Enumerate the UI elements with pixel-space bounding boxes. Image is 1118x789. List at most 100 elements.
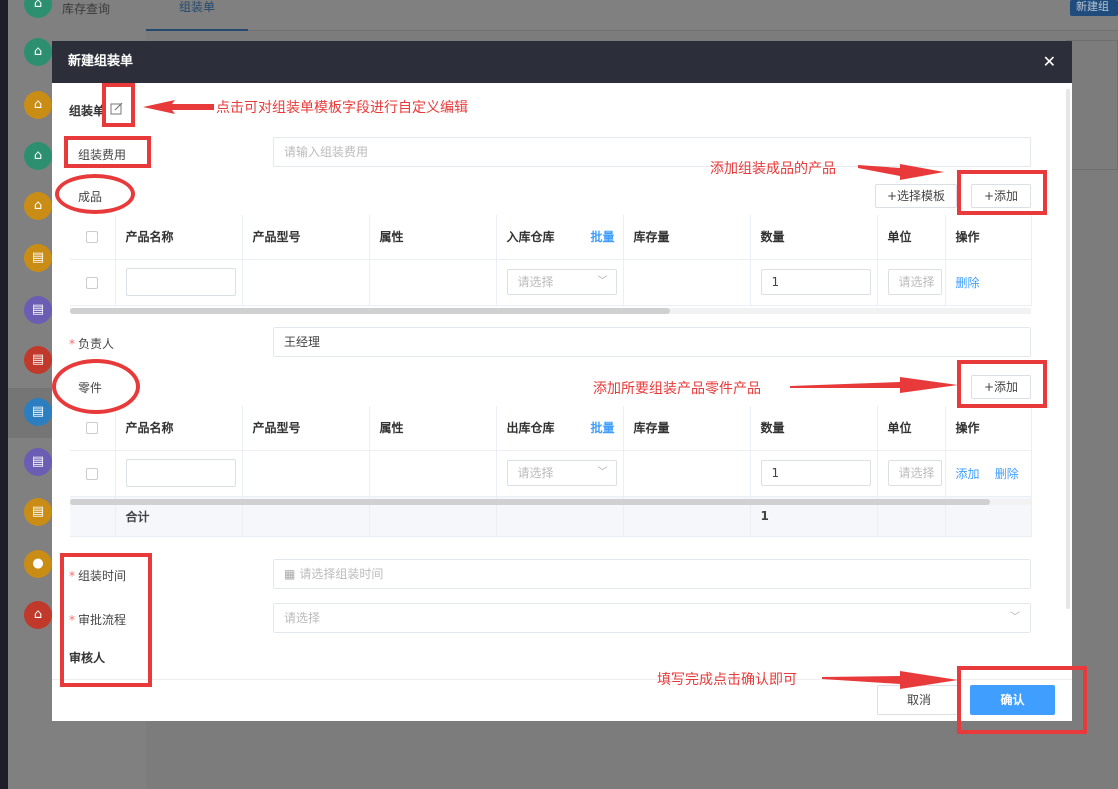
unit-select[interactable]: 请选择 bbox=[887, 269, 942, 295]
column-header: 单位 bbox=[877, 215, 946, 260]
annotation-box bbox=[102, 83, 135, 127]
user-icon[interactable]: ● bbox=[24, 550, 52, 578]
annotation-edit-note: 点击可对组装单模板字段进行自定义编辑 bbox=[216, 100, 468, 116]
annotation-box bbox=[957, 360, 1047, 408]
model-cell bbox=[242, 450, 370, 497]
dialog-scrollbar[interactable] bbox=[1066, 89, 1070, 609]
clipboard-icon[interactable]: ▤ bbox=[24, 346, 52, 374]
annotation-box bbox=[957, 170, 1047, 215]
annotation-box bbox=[957, 666, 1087, 734]
column-header: 产品型号 bbox=[242, 406, 370, 451]
dialog-title: 新建组装单 bbox=[52, 41, 1072, 83]
annotation-confirm-note: 填写完成点击确认即可 bbox=[657, 672, 797, 688]
clipboard-icon[interactable]: ▤ bbox=[24, 398, 52, 426]
column-header: 操作 bbox=[945, 406, 1032, 451]
product-table-scrollbar[interactable] bbox=[70, 308, 1031, 314]
new-button[interactable]: 新建组 bbox=[1070, 0, 1118, 16]
warehouse-cell: 请选择 ﹀ bbox=[496, 450, 624, 497]
new-assembly-order-dialog: 新建组装单 ✕ 组装单 组装费用 请输入组装费用 成品 +选择模板 +添加 产品… bbox=[52, 41, 1072, 721]
parts-table: 产品名称 产品型号 属性 出库仓库 批量 库存量 数量 单位 操作 请选择 ﹀ 1 … bbox=[70, 406, 1032, 537]
clipboard-icon[interactable]: ▤ bbox=[24, 448, 52, 476]
manager-label: * 负责人 bbox=[69, 337, 115, 351]
quantity-input[interactable]: 1 bbox=[760, 460, 871, 486]
tab-assembly-order[interactable]: 组装单 bbox=[146, 0, 248, 31]
select-template-button[interactable]: +选择模板 bbox=[875, 184, 957, 208]
column-header: 库存量 bbox=[623, 406, 751, 451]
row-checkbox[interactable] bbox=[70, 259, 116, 306]
product-table-header: 产品名称 产品型号 属性 入库仓库 批量 库存量 数量 单位 操作 bbox=[70, 215, 1032, 260]
table-row: 请选择 ﹀ 1 请选择 删除 bbox=[70, 259, 1032, 306]
column-header: 库存量 bbox=[623, 215, 751, 260]
product-name-input[interactable] bbox=[125, 268, 236, 296]
warehouse-select[interactable]: 请选择 ﹀ bbox=[506, 460, 617, 486]
home-icon[interactable]: ⌂ bbox=[24, 192, 52, 220]
clipboard-icon[interactable]: ▤ bbox=[24, 244, 52, 272]
delete-link[interactable]: 删除 bbox=[995, 467, 1019, 481]
footer-divider bbox=[52, 679, 1072, 680]
warehouse-icon[interactable]: ⌂ bbox=[24, 601, 52, 629]
close-icon[interactable]: ✕ bbox=[1043, 53, 1056, 71]
clipboard-icon[interactable]: ▤ bbox=[24, 296, 52, 324]
select-all-checkbox[interactable] bbox=[70, 215, 116, 260]
attribute-cell bbox=[369, 259, 497, 306]
chevron-down-icon: ﹀ bbox=[597, 467, 608, 478]
background-panel bbox=[1066, 40, 1118, 170]
cancel-button[interactable]: 取消 bbox=[877, 685, 961, 715]
product-name-cell bbox=[115, 259, 243, 306]
parts-table-scrollbar[interactable] bbox=[70, 499, 1031, 505]
column-header: 数量 bbox=[750, 215, 878, 260]
stock-cell bbox=[623, 259, 751, 306]
stock-cell bbox=[623, 450, 751, 497]
assembly-time-input[interactable]: ▦ 请选择组装时间 bbox=[273, 559, 1031, 589]
quantity-cell: 1 bbox=[750, 259, 878, 306]
sidebar-item-inventory-query[interactable]: 库存查询 bbox=[62, 0, 110, 17]
warehouse-select[interactable]: 请选择 ﹀ bbox=[506, 269, 617, 295]
row-checkbox[interactable] bbox=[70, 450, 116, 497]
chevron-down-icon: ﹀ bbox=[597, 276, 608, 287]
action-cell: 添加 删除 bbox=[945, 450, 1032, 497]
annotation-add-product-note: 添加组装成品的产品 bbox=[710, 161, 836, 177]
column-header: 产品名称 bbox=[115, 406, 243, 451]
clipboard-icon[interactable]: ▤ bbox=[24, 498, 52, 526]
batch-link[interactable]: 批量 bbox=[590, 228, 614, 245]
home-icon[interactable]: ⌂ bbox=[24, 91, 52, 119]
annotation-ellipse bbox=[55, 174, 135, 214]
table-row: 请选择 ﹀ 1 请选择 添加 删除 bbox=[70, 450, 1032, 497]
column-header: 属性 bbox=[369, 406, 497, 451]
fee-input[interactable]: 请输入组装费用 bbox=[273, 137, 1031, 167]
unit-cell: 请选择 bbox=[877, 259, 946, 306]
product-name-input[interactable] bbox=[125, 459, 236, 487]
annotation-box bbox=[60, 553, 152, 687]
column-header: 产品型号 bbox=[242, 215, 370, 260]
unit-cell: 请选择 bbox=[877, 450, 946, 497]
column-header: 单位 bbox=[877, 406, 946, 451]
annotation-add-parts-note: 添加所要组装产品零件产品 bbox=[593, 381, 761, 397]
column-header-warehouse: 出库仓库 批量 bbox=[496, 406, 624, 451]
app-edge-bar bbox=[0, 0, 8, 789]
section-label: 组装单 bbox=[69, 104, 106, 118]
warehouse-cell: 请选择 ﹀ bbox=[496, 259, 624, 306]
annotation-box bbox=[64, 136, 151, 168]
attribute-cell bbox=[369, 450, 497, 497]
column-header: 操作 bbox=[945, 215, 1032, 260]
home-icon[interactable]: ⌂ bbox=[24, 38, 52, 66]
column-header: 产品名称 bbox=[115, 215, 243, 260]
column-header: 数量 bbox=[750, 406, 878, 451]
add-link[interactable]: 添加 bbox=[956, 467, 980, 481]
quantity-input[interactable]: 1 bbox=[760, 269, 871, 295]
quantity-cell: 1 bbox=[750, 450, 878, 497]
home-icon[interactable]: ⌂ bbox=[24, 0, 52, 18]
tab-bar: 组装单 新建组 bbox=[146, 0, 1118, 31]
column-header: 属性 bbox=[369, 215, 497, 260]
product-name-cell bbox=[115, 450, 243, 497]
product-table: 产品名称 产品型号 属性 入库仓库 批量 库存量 数量 单位 操作 请选择 ﹀ 1 … bbox=[70, 215, 1032, 306]
home-icon[interactable]: ⌂ bbox=[24, 142, 52, 170]
action-cell: 删除 bbox=[945, 259, 1032, 306]
annotation-ellipse bbox=[52, 359, 140, 414]
delete-link[interactable]: 删除 bbox=[956, 276, 980, 290]
calendar-icon: ▦ bbox=[284, 567, 296, 581]
batch-link[interactable]: 批量 bbox=[590, 419, 614, 436]
approval-select[interactable]: 请选择 ﹀ bbox=[273, 603, 1031, 633]
unit-select[interactable]: 请选择 bbox=[887, 460, 942, 486]
manager-input[interactable]: 王经理 bbox=[273, 327, 1031, 357]
